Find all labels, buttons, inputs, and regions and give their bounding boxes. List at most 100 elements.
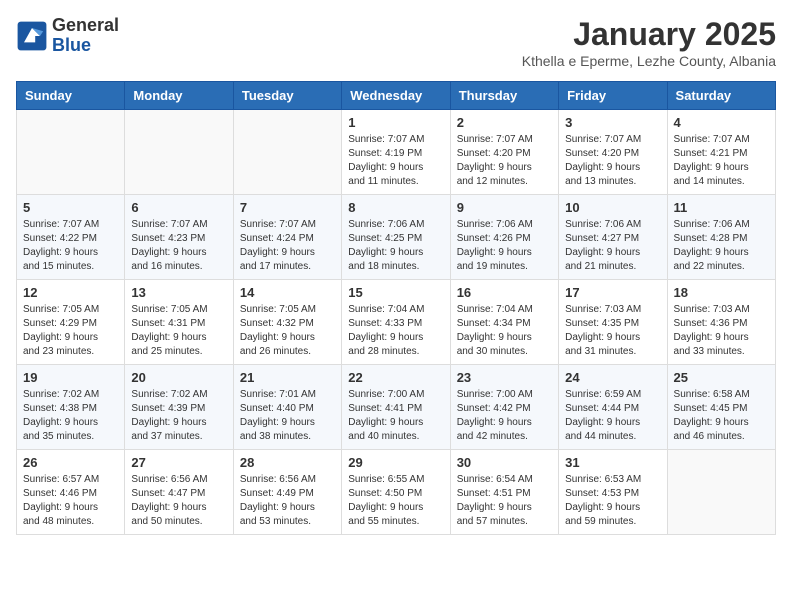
day-info: Sunrise: 6:56 AM Sunset: 4:49 PM Dayligh…: [240, 473, 335, 529]
day-info: Sunrise: 7:06 AM Sunset: 4:28 PM Dayligh…: [674, 218, 769, 274]
day-info: Sunrise: 6:56 AM Sunset: 4:47 PM Dayligh…: [131, 473, 226, 529]
calendar-cell: 28 Sunrise: 6:56 AM Sunset: 4:49 PM Dayli…: [233, 450, 341, 535]
weekday-header-thursday: Thursday: [450, 82, 558, 110]
day-info: Sunrise: 6:57 AM Sunset: 4:46 PM Dayligh…: [23, 473, 118, 529]
day-number: 1: [348, 115, 443, 130]
day-number: 18: [674, 285, 769, 300]
day-number: 29: [348, 455, 443, 470]
day-number: 31: [565, 455, 660, 470]
day-number: 14: [240, 285, 335, 300]
day-info: Sunrise: 7:04 AM Sunset: 4:34 PM Dayligh…: [457, 303, 552, 359]
calendar-week-5: 26 Sunrise: 6:57 AM Sunset: 4:46 PM Dayli…: [17, 450, 776, 535]
day-number: 10: [565, 200, 660, 215]
calendar-cell: 27 Sunrise: 6:56 AM Sunset: 4:47 PM Dayli…: [125, 450, 233, 535]
calendar-cell: 12Sunrise: 7:05 AM Sunset: 4:29 PM Dayli…: [17, 280, 125, 365]
day-number: 17: [565, 285, 660, 300]
calendar-cell: 31 Sunrise: 6:53 AM Sunset: 4:53 PM Dayli…: [559, 450, 667, 535]
day-info: Sunrise: 7:06 AM Sunset: 4:25 PM Dayligh…: [348, 218, 443, 274]
calendar-cell: 15 Sunrise: 7:04 AM Sunset: 4:33 PM Dayli…: [342, 280, 450, 365]
calendar-cell: 22 Sunrise: 7:00 AM Sunset: 4:41 PM Dayli…: [342, 365, 450, 450]
calendar-cell: 18Sunrise: 7:03 AM Sunset: 4:36 PM Dayli…: [667, 280, 775, 365]
weekday-header-wednesday: Wednesday: [342, 82, 450, 110]
calendar-cell: 13 Sunrise: 7:05 AM Sunset: 4:31 PM Dayli…: [125, 280, 233, 365]
day-info: Sunrise: 7:05 AM Sunset: 4:29 PM Dayligh…: [23, 303, 118, 359]
day-number: 26: [23, 455, 118, 470]
location-subtitle: Kthella e Eperme, Lezhe County, Albania: [522, 53, 776, 69]
day-info: Sunrise: 7:02 AM Sunset: 4:38 PM Dayligh…: [23, 388, 118, 444]
day-info: Sunrise: 6:58 AM Sunset: 4:45 PM Dayligh…: [674, 388, 769, 444]
day-number: 7: [240, 200, 335, 215]
calendar-cell: 26 Sunrise: 6:57 AM Sunset: 4:46 PM Dayli…: [17, 450, 125, 535]
weekday-header-row: SundayMondayTuesdayWednesdayThursdayFrid…: [17, 82, 776, 110]
day-info: Sunrise: 7:05 AM Sunset: 4:31 PM Dayligh…: [131, 303, 226, 359]
logo: General Blue: [16, 16, 119, 56]
calendar-cell: [17, 110, 125, 195]
calendar-cell: 7Sunrise: 7:07 AM Sunset: 4:24 PM Daylig…: [233, 195, 341, 280]
calendar-cell: 19Sunrise: 7:02 AM Sunset: 4:38 PM Dayli…: [17, 365, 125, 450]
day-info: Sunrise: 7:07 AM Sunset: 4:22 PM Dayligh…: [23, 218, 118, 274]
day-info: Sunrise: 6:55 AM Sunset: 4:50 PM Dayligh…: [348, 473, 443, 529]
calendar-cell: 14 Sunrise: 7:05 AM Sunset: 4:32 PM Dayli…: [233, 280, 341, 365]
month-title: January 2025: [522, 16, 776, 53]
day-info: Sunrise: 6:54 AM Sunset: 4:51 PM Dayligh…: [457, 473, 552, 529]
day-number: 8: [348, 200, 443, 215]
day-number: 13: [131, 285, 226, 300]
weekday-header-sunday: Sunday: [17, 82, 125, 110]
calendar-week-3: 12Sunrise: 7:05 AM Sunset: 4:29 PM Dayli…: [17, 280, 776, 365]
calendar-cell: 21 Sunrise: 7:01 AM Sunset: 4:40 PM Dayli…: [233, 365, 341, 450]
day-info: Sunrise: 7:05 AM Sunset: 4:32 PM Dayligh…: [240, 303, 335, 359]
calendar-week-1: 1 Sunrise: 7:07 AM Sunset: 4:19 PM Daylig…: [17, 110, 776, 195]
logo-general-text: General: [52, 16, 119, 36]
calendar-cell: 29 Sunrise: 6:55 AM Sunset: 4:50 PM Dayli…: [342, 450, 450, 535]
day-info: Sunrise: 6:59 AM Sunset: 4:44 PM Dayligh…: [565, 388, 660, 444]
day-number: 21: [240, 370, 335, 385]
day-number: 9: [457, 200, 552, 215]
day-info: Sunrise: 7:07 AM Sunset: 4:19 PM Dayligh…: [348, 133, 443, 189]
weekday-header-friday: Friday: [559, 82, 667, 110]
day-info: Sunrise: 7:06 AM Sunset: 4:26 PM Dayligh…: [457, 218, 552, 274]
day-info: Sunrise: 7:00 AM Sunset: 4:42 PM Dayligh…: [457, 388, 552, 444]
day-info: Sunrise: 7:07 AM Sunset: 4:20 PM Dayligh…: [565, 133, 660, 189]
day-number: 11: [674, 200, 769, 215]
calendar-cell: 24 Sunrise: 6:59 AM Sunset: 4:44 PM Dayli…: [559, 365, 667, 450]
calendar-cell: [233, 110, 341, 195]
logo-icon: [16, 20, 48, 52]
calendar-cell: 6Sunrise: 7:07 AM Sunset: 4:23 PM Daylig…: [125, 195, 233, 280]
day-number: 22: [348, 370, 443, 385]
day-number: 20: [131, 370, 226, 385]
weekday-header-monday: Monday: [125, 82, 233, 110]
day-number: 16: [457, 285, 552, 300]
day-number: 25: [674, 370, 769, 385]
day-info: Sunrise: 7:04 AM Sunset: 4:33 PM Dayligh…: [348, 303, 443, 359]
day-number: 15: [348, 285, 443, 300]
day-number: 5: [23, 200, 118, 215]
day-number: 4: [674, 115, 769, 130]
day-number: 6: [131, 200, 226, 215]
calendar-cell: [125, 110, 233, 195]
calendar-cell: 20Sunrise: 7:02 AM Sunset: 4:39 PM Dayli…: [125, 365, 233, 450]
day-number: 2: [457, 115, 552, 130]
day-info: Sunrise: 7:03 AM Sunset: 4:35 PM Dayligh…: [565, 303, 660, 359]
day-info: Sunrise: 7:01 AM Sunset: 4:40 PM Dayligh…: [240, 388, 335, 444]
calendar-cell: 4Sunrise: 7:07 AM Sunset: 4:21 PM Daylig…: [667, 110, 775, 195]
calendar-cell: 10Sunrise: 7:06 AM Sunset: 4:27 PM Dayli…: [559, 195, 667, 280]
day-info: Sunrise: 7:00 AM Sunset: 4:41 PM Dayligh…: [348, 388, 443, 444]
calendar-cell: 5 Sunrise: 7:07 AM Sunset: 4:22 PM Daylig…: [17, 195, 125, 280]
calendar-cell: [667, 450, 775, 535]
calendar-week-2: 5 Sunrise: 7:07 AM Sunset: 4:22 PM Daylig…: [17, 195, 776, 280]
day-number: 28: [240, 455, 335, 470]
calendar-cell: 23Sunrise: 7:00 AM Sunset: 4:42 PM Dayli…: [450, 365, 558, 450]
day-number: 27: [131, 455, 226, 470]
day-number: 24: [565, 370, 660, 385]
day-number: 3: [565, 115, 660, 130]
calendar-cell: 25 Sunrise: 6:58 AM Sunset: 4:45 PM Dayli…: [667, 365, 775, 450]
calendar-cell: 8 Sunrise: 7:06 AM Sunset: 4:25 PM Daylig…: [342, 195, 450, 280]
day-info: Sunrise: 6:53 AM Sunset: 4:53 PM Dayligh…: [565, 473, 660, 529]
calendar-cell: 30Sunrise: 6:54 AM Sunset: 4:51 PM Dayli…: [450, 450, 558, 535]
calendar-week-4: 19Sunrise: 7:02 AM Sunset: 4:38 PM Dayli…: [17, 365, 776, 450]
weekday-header-tuesday: Tuesday: [233, 82, 341, 110]
page-header: General Blue January 2025 Kthella e Eper…: [16, 16, 776, 69]
title-area: January 2025 Kthella e Eperme, Lezhe Cou…: [522, 16, 776, 69]
calendar-cell: 9 Sunrise: 7:06 AM Sunset: 4:26 PM Daylig…: [450, 195, 558, 280]
calendar-cell: 2Sunrise: 7:07 AM Sunset: 4:20 PM Daylig…: [450, 110, 558, 195]
